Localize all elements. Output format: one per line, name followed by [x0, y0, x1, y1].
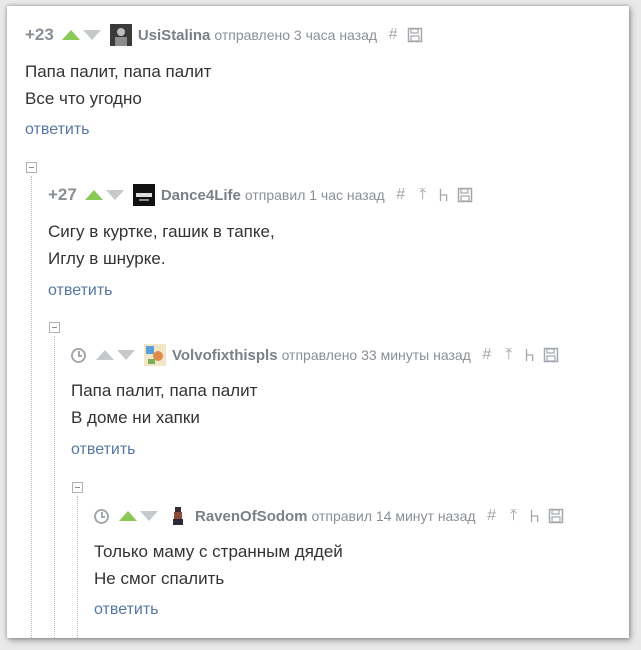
timestamp: отправил 1 час назад — [244, 187, 385, 203]
hash-icon[interactable]: # — [393, 185, 409, 205]
clock-icon — [94, 508, 109, 524]
hash-icon[interactable]: # — [484, 506, 500, 526]
username[interactable]: Dance4Life — [161, 187, 241, 204]
collapse-toggle-icon[interactable] — [49, 322, 60, 333]
clock-icon — [71, 347, 86, 363]
upvote-arrow-icon[interactable] — [119, 511, 137, 521]
comment-text: Сигу в куртке, гашик в тапке, Иглу в шну… — [48, 218, 275, 272]
comment-line: Иглу в шнурке. — [48, 249, 166, 268]
reply-link[interactable]: ответить — [71, 441, 136, 459]
comment-thread: +23 UsiStalina отправлено 3 часа назад #… — [7, 6, 629, 638]
reply-link[interactable]: ответить — [48, 282, 113, 300]
rating-score: +23 — [25, 25, 54, 44]
downvote-arrow-icon[interactable] — [140, 511, 158, 521]
to-parent-icon[interactable]: ⤒ — [415, 185, 431, 205]
to-parent-icon[interactable]: ⤒ — [501, 345, 517, 365]
comment-text: Папа палит, папа палит Все что угодно — [25, 58, 211, 112]
username[interactable]: UsiStalina — [138, 27, 211, 44]
comment-header: +23 UsiStalina отправлено 3 часа назад # — [25, 23, 429, 47]
username[interactable]: Volvofixthispls — [172, 347, 278, 364]
username[interactable]: RavenOfSodom — [195, 508, 308, 525]
hash-icon[interactable]: # — [479, 345, 495, 365]
save-icon[interactable] — [543, 347, 559, 363]
comment-line: Не смог спалить — [94, 569, 225, 588]
comment-text: Только маму с странным дядей Не смог спа… — [94, 538, 343, 592]
avatar[interactable] — [109, 24, 132, 46]
comment-line: Только маму с странным дядей — [94, 542, 343, 561]
upvote-arrow-icon[interactable] — [96, 350, 114, 360]
avatar[interactable] — [144, 344, 166, 366]
save-icon[interactable] — [457, 187, 473, 203]
comment-text: Папа палит, папа палит В доме ни хапки — [71, 377, 257, 431]
comment-line: Папа палит, папа палит — [71, 381, 258, 400]
collapse-toggle-icon[interactable] — [26, 162, 37, 173]
comment-header: +27 Dance4Life отправил 1 час назад # ⤒ — [48, 183, 479, 207]
comment-header: Volvofixthispls отправлено 33 минуты наз… — [71, 343, 565, 367]
upvote-arrow-icon[interactable] — [84, 190, 103, 200]
branch-icon[interactable] — [528, 508, 542, 524]
branch-icon[interactable] — [523, 347, 537, 363]
thread-line — [31, 176, 32, 638]
avatar[interactable] — [167, 505, 189, 527]
save-icon[interactable] — [407, 27, 423, 43]
timestamp: отправил 14 минут назад — [311, 508, 476, 524]
branch-icon[interactable] — [437, 187, 451, 203]
avatar[interactable] — [132, 184, 155, 206]
downvote-arrow-icon[interactable] — [105, 190, 124, 200]
timestamp: отправлено 33 минуты назад — [281, 347, 471, 363]
timestamp: отправлено 3 часа назад — [214, 27, 378, 43]
downvote-arrow-icon[interactable] — [117, 350, 135, 360]
comment-line: Сигу в куртке, гашик в тапке, — [48, 222, 275, 241]
hash-icon[interactable]: # — [385, 25, 401, 45]
comment-line: В доме ни хапки — [71, 408, 200, 427]
reply-link[interactable]: ответить — [25, 121, 90, 139]
collapse-toggle-icon[interactable] — [72, 482, 83, 493]
downvote-arrow-icon[interactable] — [82, 30, 101, 40]
comment-header: RavenOfSodom отправил 14 минут назад # ⤒ — [94, 504, 570, 528]
upvote-arrow-icon[interactable] — [61, 30, 80, 40]
save-icon[interactable] — [548, 508, 564, 524]
thread-line — [54, 336, 55, 638]
reply-link[interactable]: ответить — [94, 601, 159, 619]
to-parent-icon[interactable]: ⤒ — [506, 506, 522, 526]
comment-line: Все что угодно — [25, 89, 142, 108]
thread-line — [77, 496, 78, 638]
comment-line: Папа палит, папа палит — [25, 62, 212, 81]
rating-score: +27 — [48, 185, 77, 204]
